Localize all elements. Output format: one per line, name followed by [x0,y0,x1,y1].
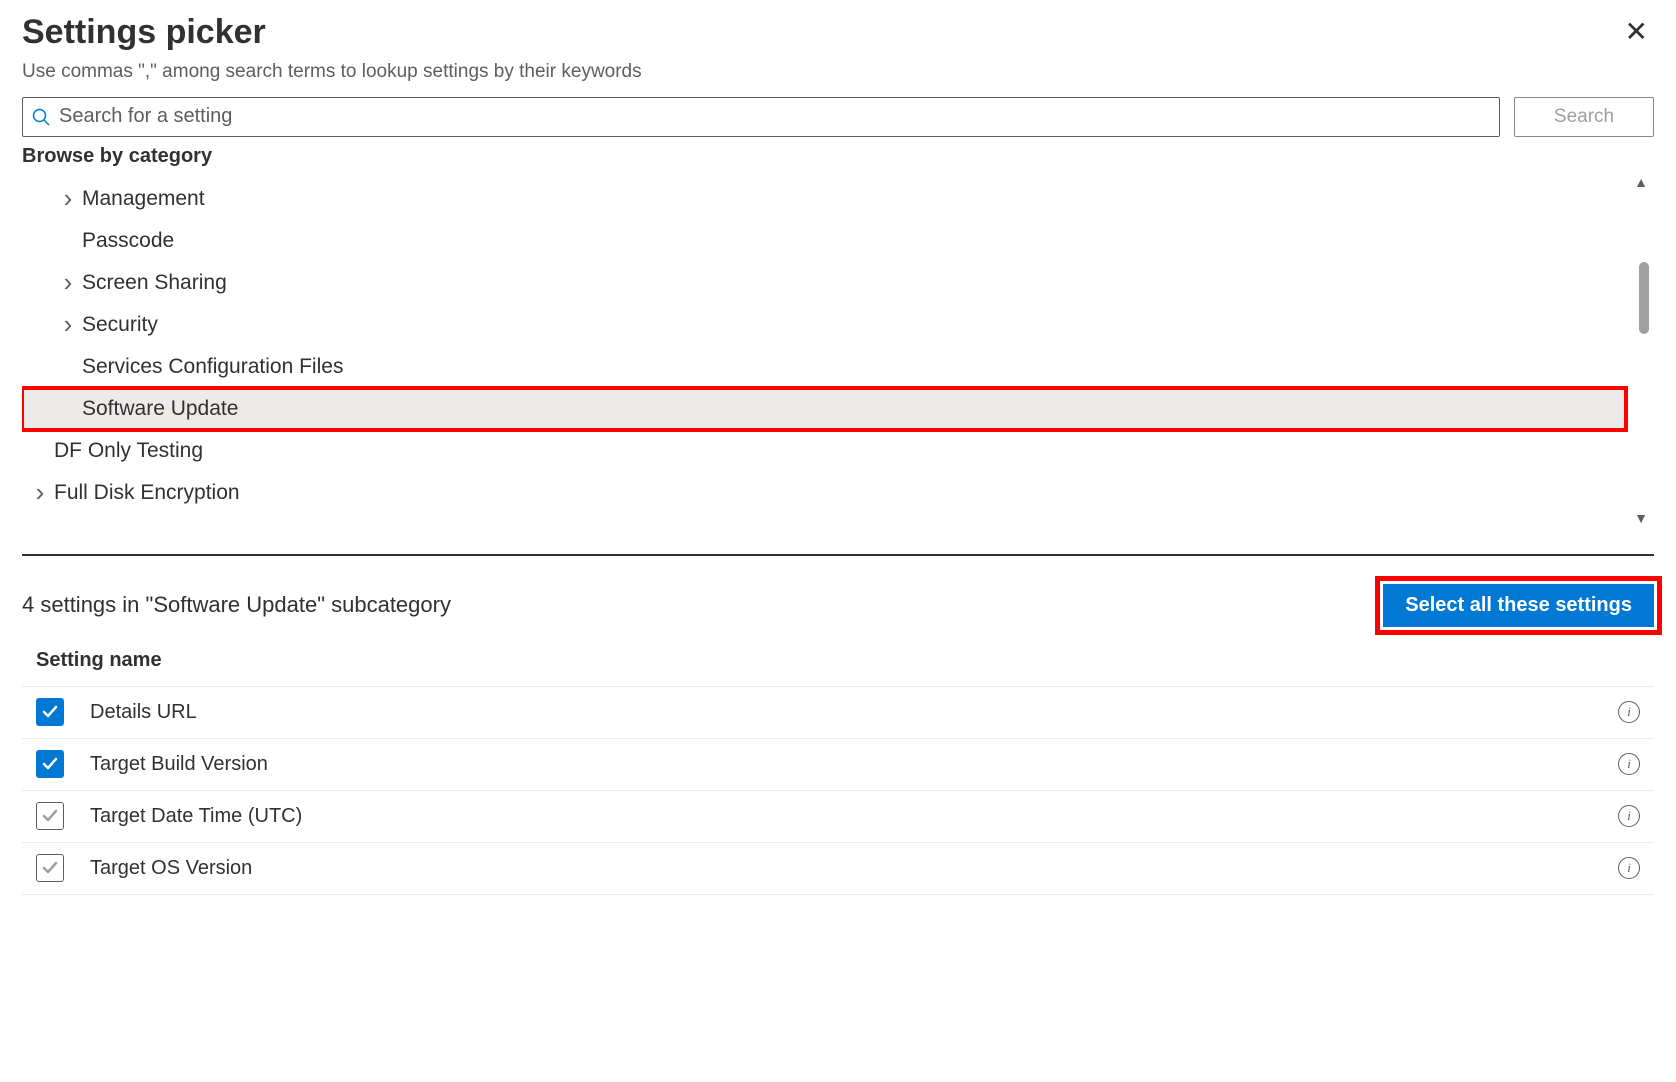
setting-checkbox[interactable] [36,750,64,778]
search-input-container[interactable] [22,97,1500,137]
category-label: Management [82,187,205,211]
category-label: Full Disk Encryption [54,481,240,505]
setting-name-label: Details URL [90,701,1618,724]
browse-by-category-label: Browse by category [22,145,1654,168]
search-button[interactable]: Search [1514,97,1654,137]
info-icon[interactable]: i [1618,701,1640,723]
category-item-screen-sharing[interactable]: ›Screen Sharing [22,262,1626,304]
info-icon[interactable]: i [1618,753,1640,775]
setting-checkbox[interactable] [36,854,64,882]
chevron-right-icon: › [54,183,82,214]
scroll-down-arrow[interactable]: ▼ [1634,510,1648,526]
category-label: Passcode [82,229,174,253]
category-item-df-only-testing[interactable]: DF Only Testing [22,430,1626,472]
table-row: Target Date Time (UTC)i [22,791,1654,843]
table-row: Target Build Versioni [22,739,1654,791]
chevron-right-icon: › [26,477,54,508]
category-item-passcode[interactable]: Passcode [22,220,1626,262]
page-title: Settings picker [22,12,642,53]
category-label: DF Only Testing [54,439,203,463]
setting-checkbox[interactable] [36,802,64,830]
category-item-services-configuration-files[interactable]: Services Configuration Files [22,346,1626,388]
category-item-full-disk-encryption[interactable]: ›Full Disk Encryption [22,472,1626,514]
close-button[interactable]: ✕ [1619,14,1654,50]
page-subtitle: Use commas "," among search terms to loo… [22,61,642,83]
setting-name-label: Target Date Time (UTC) [90,805,1618,828]
category-item-security[interactable]: ›Security [22,304,1626,346]
category-scroll-area: ▲ ▼ ›ManagementPasscode›Screen Sharing›S… [22,170,1654,530]
chevron-right-icon: › [54,309,82,340]
category-label: Services Configuration Files [82,355,343,379]
search-icon [31,107,51,127]
table-row: Details URLi [22,687,1654,739]
category-item-software-update[interactable]: Software Update [22,388,1626,430]
search-input[interactable] [57,104,1491,129]
chevron-right-icon: › [54,267,82,298]
table-row: Target OS Versioni [22,843,1654,895]
close-icon: ✕ [1625,16,1648,47]
setting-name-label: Target OS Version [90,857,1618,880]
table-header-setting-name[interactable]: Setting name [22,649,1654,687]
scrollbar-thumb[interactable] [1639,262,1649,334]
category-label: Security [82,313,158,337]
category-label: Software Update [82,397,238,421]
category-item-management[interactable]: ›Management [22,178,1626,220]
setting-name-label: Target Build Version [90,753,1618,776]
info-icon[interactable]: i [1618,857,1640,879]
info-icon[interactable]: i [1618,805,1640,827]
section-divider [22,554,1654,556]
subcategory-summary: 4 settings in "Software Update" subcateg… [22,592,451,618]
scroll-up-arrow[interactable]: ▲ [1634,174,1648,190]
category-label: Screen Sharing [82,271,227,295]
setting-checkbox[interactable] [36,698,64,726]
select-all-button[interactable]: Select all these settings [1383,584,1654,627]
